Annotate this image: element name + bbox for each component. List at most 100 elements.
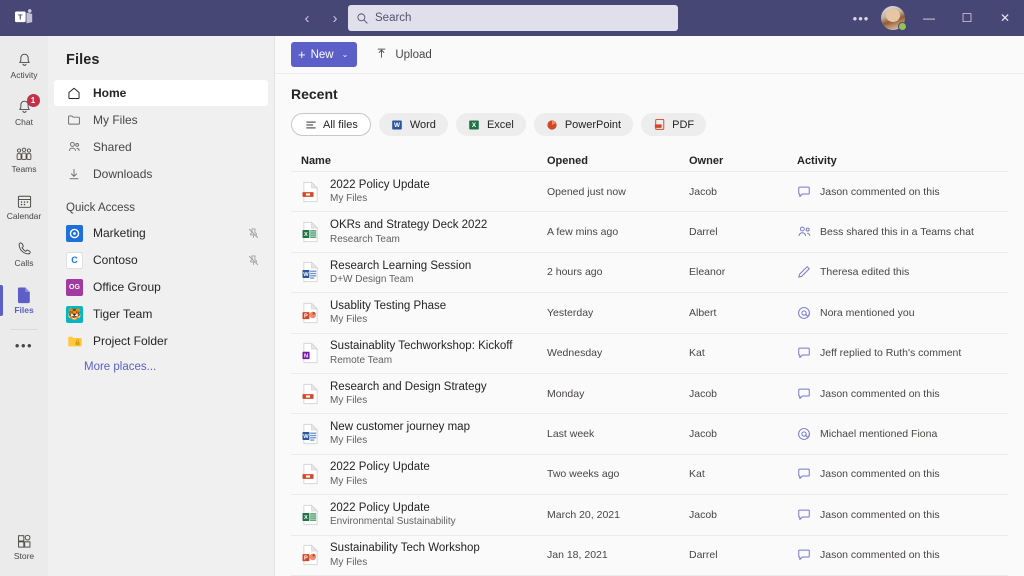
file-location: My Files [330, 192, 430, 206]
file-location: Environmental Sustainability [330, 515, 456, 529]
file-owner: Eleanor [689, 266, 797, 278]
file-activity: Jason commented on this [820, 509, 940, 521]
home-icon [66, 85, 82, 101]
chip-pdf[interactable]: PDF [641, 113, 706, 136]
rail-item-calendar[interactable]: Calendar [0, 183, 48, 230]
settings-more-button[interactable]: ••• [846, 0, 876, 36]
table-row[interactable]: Research and Design StrategyMy FilesMond… [291, 374, 1008, 414]
pdf-file-icon [301, 181, 320, 203]
files-sidebar: Files Home My Files Shared [48, 36, 275, 576]
rail-item-activity[interactable]: Activity [0, 42, 48, 89]
pdf-icon [653, 118, 666, 131]
rail-label-files: Files [14, 306, 33, 315]
quick-access-item-office-group[interactable]: OG Office Group [54, 274, 268, 300]
more-places-link[interactable]: More places... [48, 355, 274, 373]
svg-text:W: W [303, 273, 309, 279]
table-row[interactable]: PSustainability Tech WorkshopMy FilesJan… [291, 536, 1008, 576]
avatar[interactable] [876, 0, 910, 36]
file-owner: Kat [689, 347, 797, 359]
file-name-block: Usablity Testing PhaseMy Files [330, 299, 446, 327]
file-name-block: New customer journey mapMy Files [330, 420, 470, 448]
file-opened: Monday [547, 388, 689, 400]
word-file-icon: W [301, 423, 320, 445]
chip-all-files[interactable]: All files [291, 113, 371, 136]
table-row[interactable]: NSustainablity Techworkshop: KickoffRemo… [291, 334, 1008, 374]
file-name: OKRs and Strategy Deck 2022 [330, 218, 487, 232]
excel-file-icon: X [301, 504, 320, 526]
file-activity: Jason commented on this [820, 468, 940, 480]
title-bar: T ‹ › Search ••• — ☐ ✕ [0, 0, 1024, 36]
pdf-file-icon [301, 463, 320, 485]
quick-access-item-marketing[interactable]: Marketing [54, 220, 268, 246]
maximize-button[interactable]: ☐ [948, 0, 986, 36]
file-name: New customer journey map [330, 420, 470, 434]
rail-more-button[interactable]: ••• [0, 332, 48, 358]
file-owner: Jacob [689, 428, 797, 440]
unpin-icon[interactable] [247, 254, 260, 267]
chip-powerpoint[interactable]: PowerPoint [534, 113, 633, 136]
section-title: Recent [291, 74, 1008, 113]
table-row[interactable]: 2022 Policy UpdateMy FilesOpened just no… [291, 172, 1008, 212]
table-row[interactable]: X2022 Policy UpdateEnvironmental Sustain… [291, 495, 1008, 535]
file-name-block: Research Learning SessionD+W Design Team [330, 259, 471, 287]
teams-logo-icon: T [14, 9, 34, 27]
mention-icon [797, 427, 811, 441]
column-header-opened[interactable]: Opened [547, 155, 689, 167]
upload-button[interactable]: Upload [367, 42, 439, 67]
close-button[interactable]: ✕ [986, 0, 1024, 36]
quick-access-label-office-group: Office Group [93, 280, 260, 294]
powerpoint-icon [546, 118, 559, 131]
rail-item-files[interactable]: Files [0, 277, 48, 324]
word-file-icon: W [301, 261, 320, 283]
column-header-name[interactable]: Name [291, 155, 547, 167]
file-opened: Wednesday [547, 347, 689, 359]
table-row[interactable]: 2022 Policy UpdateMy FilesTwo weeks agoK… [291, 455, 1008, 495]
quick-access-label-contoso: Contoso [93, 253, 237, 267]
search-input[interactable]: Search [348, 5, 678, 31]
sidebar-item-home[interactable]: Home [54, 80, 268, 106]
quick-access-item-tiger-team[interactable]: 🐯 Tiger Team [54, 301, 268, 327]
file-name: Usablity Testing Phase [330, 299, 446, 313]
onenote-file-icon: N [301, 342, 320, 364]
calendar-icon [16, 192, 33, 211]
back-button[interactable]: ‹ [296, 6, 318, 30]
quick-access-label-project-folder: Project Folder [93, 334, 260, 348]
pencil-icon [797, 265, 811, 279]
column-header-activity[interactable]: Activity [797, 155, 1008, 167]
powerpoint-file-icon: P [301, 544, 320, 566]
chip-word[interactable]: W Word [379, 113, 448, 136]
column-header-owner[interactable]: Owner [689, 155, 797, 167]
chevron-down-icon: ⌄ [342, 50, 349, 59]
table-row[interactable]: PUsablity Testing PhaseMy FilesYesterday… [291, 293, 1008, 333]
forward-button[interactable]: › [324, 6, 346, 30]
quick-access-item-contoso[interactable]: C Contoso [54, 247, 268, 273]
quick-access-item-project-folder[interactable]: Project Folder [54, 328, 268, 354]
new-button-label: New [311, 49, 334, 61]
table-row[interactable]: XOKRs and Strategy Deck 2022Research Tea… [291, 212, 1008, 252]
rail-item-chat[interactable]: 1 Chat [0, 89, 48, 136]
chat-unread-badge: 1 [27, 94, 40, 107]
new-button[interactable]: + New ⌄ [291, 42, 357, 67]
tiger-team-icon: 🐯 [66, 306, 83, 323]
minimize-button[interactable]: — [910, 0, 948, 36]
file-owner: Jacob [689, 388, 797, 400]
sidebar-item-my-files[interactable]: My Files [54, 107, 268, 133]
window-body: Activity 1 Chat Teams Calendar [0, 36, 1024, 576]
rail-item-calls[interactable]: Calls [0, 230, 48, 277]
file-owner: Darrel [689, 226, 797, 238]
file-name-block: 2022 Policy UpdateMy Files [330, 178, 430, 206]
file-owner: Jacob [689, 186, 797, 198]
rail-label-chat: Chat [15, 118, 33, 127]
rail-item-teams[interactable]: Teams [0, 136, 48, 183]
table-row[interactable]: W Research Learning SessionD+W Design Tea… [291, 253, 1008, 293]
sidebar-item-shared[interactable]: Shared [54, 134, 268, 160]
powerpoint-file-icon: P [301, 302, 320, 324]
file-name: 2022 Policy Update [330, 178, 430, 192]
phone-icon [16, 239, 33, 258]
chip-excel[interactable]: X Excel [456, 113, 526, 136]
rail-item-store[interactable]: Store [0, 523, 48, 570]
sidebar-item-downloads[interactable]: Downloads [54, 161, 268, 187]
file-name-block: OKRs and Strategy Deck 2022Research Team [330, 218, 487, 246]
table-row[interactable]: WNew customer journey mapMy FilesLast we… [291, 414, 1008, 454]
unpin-icon[interactable] [247, 227, 260, 240]
